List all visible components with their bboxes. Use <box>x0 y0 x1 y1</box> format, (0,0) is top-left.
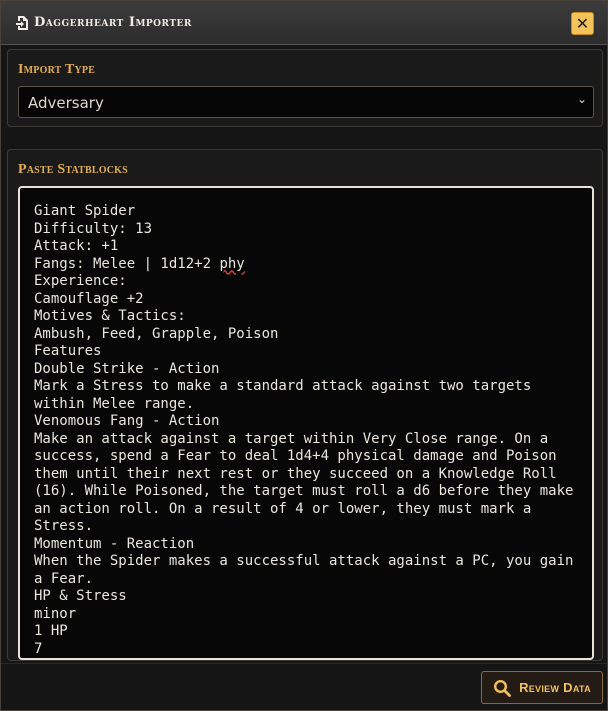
review-data-label: Review Data <box>519 680 591 695</box>
file-import-icon <box>15 15 29 31</box>
import-type-label: Import Type <box>18 62 96 77</box>
statblock-textarea[interactable]: Giant Spider Difficulty: 13 Attack: +1 F… <box>18 186 594 660</box>
misspelled-word: phy <box>219 255 245 272</box>
statblocks-label: Paste Statblocks <box>18 162 128 177</box>
close-icon: ✕ <box>575 13 590 33</box>
footer-divider <box>1 663 607 664</box>
import-type-select[interactable]: Adversary ⌄ <box>18 86 594 118</box>
search-icon <box>494 679 511 697</box>
import-type-value: Adversary <box>28 94 104 112</box>
statblocks-section: Paste Statblocks Giant Spider Difficulty… <box>7 149 603 661</box>
import-type-section: Import Type Adversary ⌄ <box>7 49 603 127</box>
statblock-text-before: Giant Spider Difficulty: 13 Attack: +1 F… <box>34 203 212 272</box>
title-bar[interactable]: Daggerheart Importer ✕ <box>1 1 607 45</box>
importer-window: Daggerheart Importer ✕ Import Type Adver… <box>0 0 608 711</box>
close-button[interactable]: ✕ <box>571 12 594 35</box>
chevron-down-icon: ⌄ <box>576 92 587 106</box>
review-data-button[interactable]: Review Data <box>481 671 603 704</box>
statblock-text-after: Experience: Camouflage +2 Motives & Tact… <box>34 273 574 657</box>
window-title: Daggerheart Importer <box>34 15 192 30</box>
